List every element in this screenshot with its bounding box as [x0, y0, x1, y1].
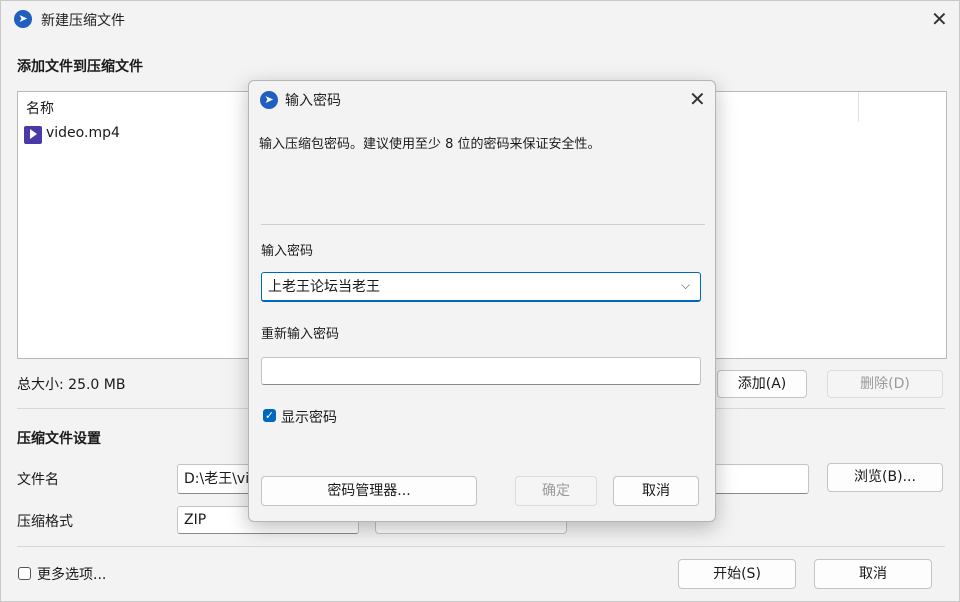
- title-bar: ➤ 新建压缩文件 ✕: [1, 1, 959, 37]
- total-size: 总大小: 25.0 MB: [17, 377, 126, 393]
- password-value: 上老王论坛当老王: [268, 279, 380, 295]
- column-header-name[interactable]: 名称: [26, 98, 54, 118]
- video-file-icon: [24, 126, 42, 144]
- dialog-app-icon: ➤: [260, 91, 278, 109]
- add-button[interactable]: 添加(A): [717, 370, 807, 398]
- chevron-down-icon[interactable]: ⌵: [681, 278, 690, 293]
- window-title: 新建压缩文件: [41, 13, 125, 29]
- reenter-password-input[interactable]: [261, 357, 701, 385]
- delete-button[interactable]: 删除(D): [827, 370, 943, 398]
- format-label: 压缩格式: [17, 514, 73, 530]
- dialog-description: 输入压缩包密码。建议使用至少 8 位的密码来保证安全性。: [259, 137, 601, 152]
- filename-label: 文件名: [17, 472, 59, 488]
- dialog-cancel-button[interactable]: 取消: [613, 476, 699, 506]
- dialog-ok-button[interactable]: 确定: [515, 476, 597, 506]
- reenter-password-label: 重新输入密码: [261, 327, 340, 342]
- password-label: 输入密码: [261, 244, 314, 259]
- show-password-checkbox[interactable]: ✓: [263, 409, 276, 422]
- start-button[interactable]: 开始(S): [678, 559, 796, 589]
- add-section-title: 添加文件到压缩文件: [17, 59, 143, 75]
- more-options-label[interactable]: 更多选项...: [37, 564, 106, 584]
- window-cancel-button[interactable]: 取消: [814, 559, 932, 589]
- password-input[interactable]: 上老王论坛当老王: [261, 272, 701, 302]
- settings-section-title: 压缩文件设置: [17, 431, 101, 447]
- list-item-name: video.mp4: [46, 125, 120, 141]
- app-logo-icon: ➤: [14, 10, 32, 28]
- password-dialog: ➤ 输入密码 ✕ 输入压缩包密码。建议使用至少 8 位的密码来保证安全性。 输入…: [248, 80, 716, 522]
- show-password-label[interactable]: 显示密码: [281, 407, 337, 427]
- password-manager-button[interactable]: 密码管理器...: [261, 476, 477, 506]
- browse-button[interactable]: 浏览(B)...: [827, 463, 943, 492]
- divider: [17, 546, 945, 547]
- window-close-icon[interactable]: ✕: [931, 9, 948, 29]
- dialog-title: 输入密码: [285, 93, 341, 109]
- dialog-divider: [261, 224, 705, 225]
- column-divider: [858, 92, 859, 122]
- more-options-checkbox[interactable]: [18, 567, 31, 580]
- dialog-close-icon[interactable]: ✕: [689, 89, 706, 109]
- list-item[interactable]: video.mp4: [24, 125, 144, 145]
